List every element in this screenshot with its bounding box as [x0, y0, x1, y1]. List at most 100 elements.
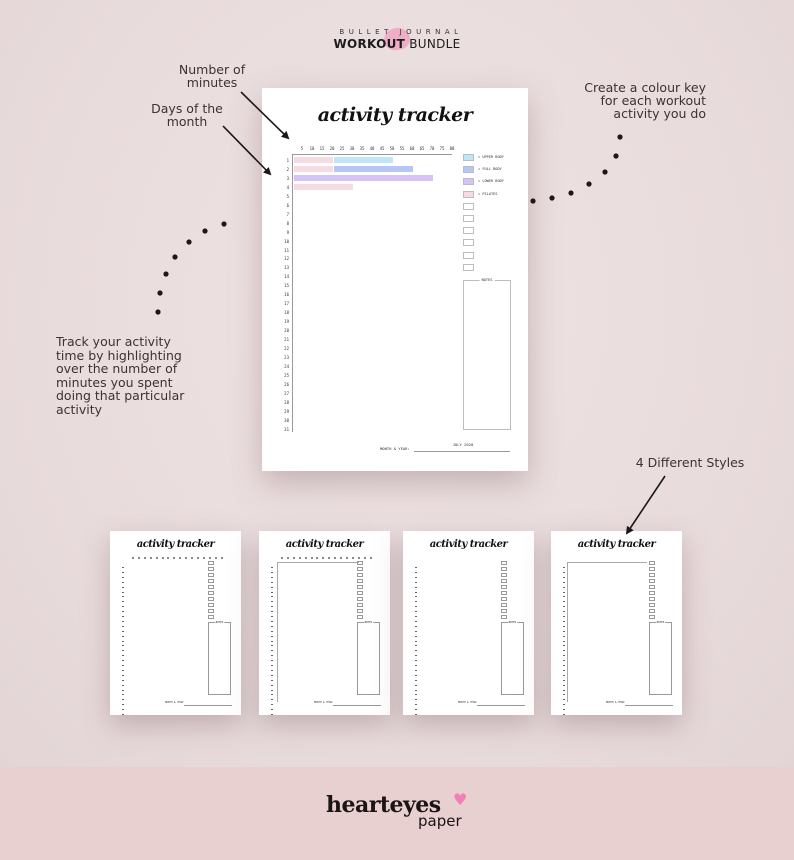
thumbnail-day-mark: [563, 630, 565, 632]
day-number-label: 31: [284, 426, 289, 432]
thumbnail-minute-mark: [179, 557, 182, 559]
thumbnail-day-mark: [271, 679, 273, 681]
thumbnail-minute-mark: [208, 557, 211, 559]
legend-swatch[interactable]: [463, 227, 474, 235]
thumbnail-day-mark: [415, 635, 417, 637]
thumbnail-minute-mark: [191, 557, 193, 559]
thumbnail-month-label: MONTH & YEAR:: [165, 701, 185, 704]
style-thumbnail-1[interactable]: activity tracker NOTES MONTH & YEAR:: [110, 531, 241, 715]
thumbnail-day-mark: [271, 694, 273, 696]
annotation-track-activity: Track your activity time by highlighting…: [56, 334, 185, 417]
thumbnail-day-mark: [271, 660, 273, 662]
legend-swatch[interactable]: [463, 263, 474, 271]
thumbnail-key-box: [649, 567, 655, 571]
legend-swatch[interactable]: [463, 154, 474, 161]
thumbnail-minute-mark: [202, 557, 205, 559]
day-number-label: 11: [284, 247, 289, 253]
style-thumbnail-3[interactable]: activity tracker NOTES MONTH & YEAR:: [403, 531, 534, 715]
day-number-label: 5: [286, 193, 289, 199]
thumbnail-day-mark: [122, 616, 124, 617]
thumbnail-day-mark: [415, 581, 417, 583]
thumbnail-day-mark: [415, 625, 417, 627]
thumbnail-day-mark: [122, 586, 124, 588]
thumbnail-day-mark: [563, 601, 565, 603]
thumbnail-key-box: [208, 573, 214, 577]
thumbnail-day-mark: [415, 606, 417, 608]
thumbnail-month-line: [184, 705, 232, 706]
thumbnail-day-mark: [271, 655, 273, 657]
thumbnail-day-mark: [415, 576, 417, 578]
thumbnail-minute-mark: [286, 557, 289, 559]
thumbnail-minute-mark: [173, 557, 176, 559]
thumbnail-minute-mark: [351, 557, 354, 559]
minute-tick-label: 45: [379, 146, 385, 151]
thumbnail-day-mark: [271, 635, 273, 637]
thumbnail-minute-mark: [310, 557, 313, 559]
brand-bold-word: WORKOUT: [333, 37, 406, 51]
thumbnail-day-mark: [122, 611, 124, 613]
thumbnail-day-mark: [122, 655, 124, 657]
minute-tick-label: 60: [409, 146, 415, 151]
legend-swatch[interactable]: [463, 190, 474, 198]
activity-bar-upper-body: [334, 157, 393, 163]
thumbnail-minute-mark: [161, 557, 164, 559]
thumbnail-minute-mark: [345, 557, 348, 559]
thumbnail-month-label: MONTH & YEAR:: [606, 701, 626, 704]
thumbnail-key-box: [208, 609, 214, 613]
thumbnail-notes-label: NOTES: [655, 621, 666, 624]
day-number-label: 19: [284, 319, 289, 325]
thumbnail-day-mark: [415, 660, 417, 662]
activity-bar-pilates: [294, 165, 333, 172]
day-number-label: 2: [286, 166, 289, 172]
tracker-title: activity tracker: [317, 104, 473, 126]
brand-line-1: BULLET JOURNAL: [339, 28, 463, 36]
day-number-label: 8: [286, 220, 289, 226]
legend-swatch[interactable]: [463, 251, 474, 259]
day-number-label: 14: [284, 274, 289, 280]
thumbnail-minute-mark: [304, 557, 307, 559]
thumbnail-key-box: [501, 561, 507, 565]
legend-swatch[interactable]: [463, 178, 474, 186]
thumbnail-minute-mark: [167, 557, 170, 559]
thumbnail-day-mark: [563, 689, 565, 691]
brand-line-2: WORKOUT BUNDLE: [0, 37, 794, 51]
legend-swatch[interactable]: [463, 239, 474, 247]
day-number-label: 9: [286, 229, 289, 235]
activity-bar-pilates: [294, 157, 333, 163]
thumbnail-day-mark: [122, 571, 124, 573]
thumbnail-day-mark: [271, 567, 273, 568]
thumbnail-key-box: [357, 597, 363, 601]
brand-rest-word: BUNDLE: [405, 37, 461, 51]
notes-box[interactable]: NOTES: [463, 278, 511, 430]
thumbnail-day-mark: [271, 596, 273, 598]
legend-swatch[interactable]: [463, 166, 474, 174]
thumbnail-day-mark: [415, 674, 417, 676]
thumbnail-key-box: [649, 561, 655, 565]
thumbnail-minute-mark: [185, 557, 188, 559]
thumbnail-key-box: [357, 615, 363, 619]
thumbnail-day-mark: [563, 620, 565, 622]
thumbnail-top-axis: [277, 562, 359, 563]
thumbnail-day-mark: [271, 586, 273, 588]
logo-word-paper: paper: [418, 812, 462, 830]
day-number-label: 30: [284, 417, 289, 423]
style-thumbnail-2[interactable]: activity tracker NOTES MONTH & YEAR:: [259, 531, 390, 715]
style-thumbnail-4[interactable]: activity tracker NOTES MONTH & YEAR:: [551, 531, 682, 715]
thumbnail-day-mark: [415, 645, 417, 647]
day-number-label: 10: [284, 238, 289, 244]
thumbnail-day-mark: [122, 576, 124, 578]
thumbnail-key-box: [649, 615, 655, 619]
thumbnail-day-mark: [563, 567, 565, 568]
thumbnail-day-mark: [563, 655, 565, 657]
thumbnail-day-mark: [415, 620, 417, 622]
thumbnail-day-mark: [563, 645, 565, 647]
legend-swatch[interactable]: [463, 202, 474, 210]
thumbnail-minute-mark: [334, 557, 337, 559]
brand-header: BULLET JOURNAL WORKOUT BUNDLE: [0, 25, 794, 53]
thumbnail-month-line: [625, 705, 673, 706]
legend-swatch[interactable]: [463, 215, 474, 222]
month-year-value[interactable]: JULY 2020: [416, 442, 510, 447]
thumbnail-day-mark: [122, 714, 124, 715]
thumbnail-day-mark: [122, 635, 124, 637]
thumbnail-minute-mark: [369, 557, 372, 559]
